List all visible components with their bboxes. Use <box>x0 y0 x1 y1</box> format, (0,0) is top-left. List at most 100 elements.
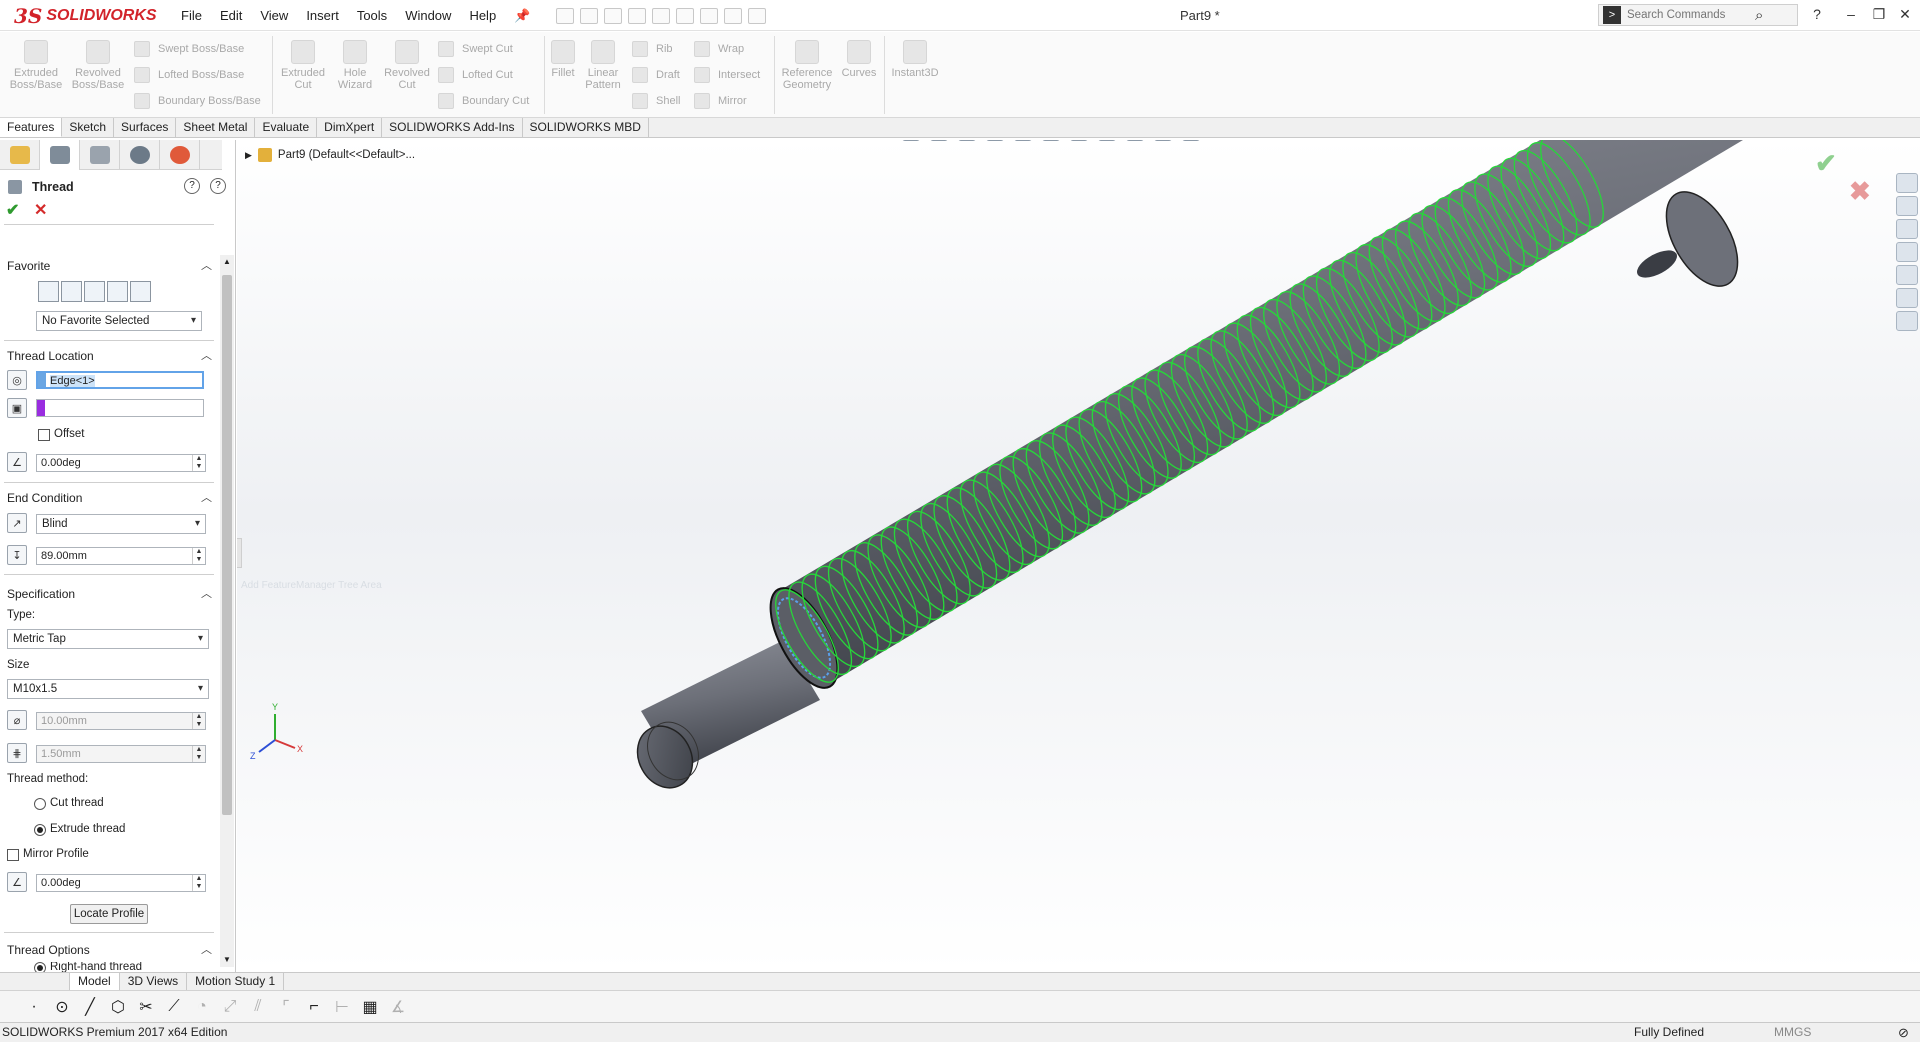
tab-3d-views[interactable]: 3D Views <box>120 973 188 990</box>
menu-insert[interactable]: Insert <box>297 8 348 23</box>
intersect-button[interactable]: Intersect <box>694 67 760 83</box>
delete-favorite-icon[interactable] <box>84 281 105 302</box>
line-icon[interactable]: ╱ <box>79 996 101 1018</box>
spinner[interactable]: ▲ ▼ <box>192 548 205 564</box>
select-icon[interactable] <box>676 7 695 24</box>
graphics-area[interactable]: ▶ Part9 (Default<<Default>... Add Featur… <box>237 140 1920 972</box>
spinner[interactable]: ▲ ▼ <box>192 875 205 891</box>
collapse-chevron-icon[interactable]: ︿ <box>201 346 212 366</box>
thread-size-select[interactable]: M10x1.5 ▾ <box>7 679 209 699</box>
hole-wizard-button[interactable]: Hole Wizard <box>332 40 378 91</box>
featuremanager-tab[interactable] <box>0 140 40 170</box>
end-condition-section-header[interactable]: End Condition ︿ <box>0 488 216 508</box>
profile-angle-input[interactable]: 0.00deg ▲ ▼ <box>36 874 206 892</box>
tab-sheet-metal[interactable]: Sheet Metal <box>176 118 256 137</box>
cut-thread-radio[interactable] <box>34 798 46 810</box>
tab-evaluate[interactable]: Evaluate <box>255 118 318 137</box>
fillet-button[interactable]: Fillet <box>548 40 578 79</box>
thread-type-select[interactable]: Metric Tap ▾ <box>7 629 209 649</box>
new-document-icon[interactable] <box>556 7 575 24</box>
linear-pattern-button[interactable]: Linear Pattern <box>582 40 624 91</box>
horizontal-relation-icon[interactable]: ⊢ <box>331 996 353 1018</box>
menu-help[interactable]: Help <box>460 8 505 23</box>
file-properties-icon[interactable] <box>724 7 743 24</box>
favorite-section-header[interactable]: Favorite ︿ <box>0 256 216 276</box>
tab-scroll-arrows[interactable] <box>0 973 70 990</box>
menu-file[interactable]: File <box>172 8 211 23</box>
help-icon[interactable]: ? <box>210 178 226 194</box>
swept-cut-button[interactable]: Swept Cut <box>438 41 513 57</box>
solidworks-logo[interactable]: 3S SOLIDWORKS <box>14 4 157 28</box>
panel-scrollbar[interactable]: ▲ ▼ <box>220 255 234 967</box>
displaymanager-tab[interactable] <box>160 140 200 170</box>
mirror-profile-checkbox[interactable] <box>7 849 19 861</box>
search-input[interactable] <box>1625 8 1755 22</box>
boundary-boss-button[interactable]: Boundary Boss/Base <box>134 93 261 109</box>
file-explorer-icon[interactable] <box>1896 219 1918 239</box>
curves-button[interactable]: Curves <box>840 40 878 79</box>
add-favorite-icon[interactable] <box>61 281 82 302</box>
tab-sketch[interactable]: Sketch <box>62 118 115 137</box>
tab-model[interactable]: Model <box>70 973 120 990</box>
forum-icon[interactable] <box>1896 311 1918 331</box>
scroll-up-icon[interactable]: ▲ <box>220 255 234 269</box>
swept-boss-button[interactable]: Swept Boss/Base <box>134 41 244 57</box>
lofted-cut-button[interactable]: Lofted Cut <box>438 67 513 83</box>
help-icon[interactable]: ? <box>1806 6 1828 26</box>
trim-icon[interactable]: ✂ <box>135 996 157 1018</box>
reverse-direction-icon[interactable]: ↗ <box>7 513 27 533</box>
load-favorite-icon[interactable] <box>130 281 151 302</box>
ok-check-icon[interactable]: ✔ <box>6 200 19 220</box>
corner-icon[interactable]: ⌜ <box>275 996 297 1018</box>
depth-input[interactable]: 89.00mm ▲ ▼ <box>36 547 206 565</box>
scrollbar-thumb[interactable] <box>222 275 232 815</box>
model-viewport[interactable]: Y X Z <box>237 140 1920 972</box>
save-icon[interactable] <box>604 7 623 24</box>
configurationmanager-tab[interactable] <box>80 140 120 170</box>
tab-solidworks-add-ins[interactable]: SOLIDWORKS Add-Ins <box>382 118 523 137</box>
restore-button[interactable]: ❐ <box>1868 6 1890 26</box>
close-button[interactable]: ✕ <box>1894 6 1916 26</box>
propertymanager-tab[interactable] <box>40 140 80 170</box>
circle-icon[interactable]: ⊙ <box>51 996 73 1018</box>
end-condition-select[interactable]: Blind ▾ <box>36 514 206 534</box>
right-hand-thread-radio[interactable] <box>34 962 46 972</box>
pin-icon[interactable]: 📌 <box>505 8 539 24</box>
offset-icon[interactable]: ⫽ <box>247 996 269 1018</box>
revolved-cut-button[interactable]: Revolved Cut <box>382 40 432 91</box>
spinner[interactable]: ▲ ▼ <box>192 455 205 471</box>
rib-button[interactable]: Rib <box>632 41 673 57</box>
lofted-boss-button[interactable]: Lofted Boss/Base <box>134 67 244 83</box>
apply-favorite-icon[interactable] <box>38 281 59 302</box>
offset-checkbox[interactable] <box>38 429 50 441</box>
spinner[interactable]: ▲ ▼ <box>192 713 205 729</box>
spinner[interactable]: ▲ ▼ <box>192 746 205 762</box>
extruded-cut-button[interactable]: Extruded Cut <box>278 40 328 91</box>
scroll-down-icon[interactable]: ▼ <box>220 953 234 967</box>
minimize-button[interactable]: – <box>1840 6 1862 26</box>
mirror-button[interactable]: Mirror <box>694 93 747 109</box>
save-favorite-icon[interactable] <box>107 281 128 302</box>
point-icon[interactable]: · <box>23 996 45 1018</box>
detailed-preview-icon[interactable]: ? <box>184 178 200 194</box>
wrap-button[interactable]: Wrap <box>694 41 744 57</box>
diameter-input[interactable]: 10.00mm ▲ ▼ <box>36 712 206 730</box>
unit-system[interactable]: MMGS <box>1774 1023 1811 1042</box>
extrude-thread-radio[interactable] <box>34 824 46 836</box>
pitch-input[interactable]: 1.50mm ▲ ▼ <box>36 745 206 763</box>
boundary-cut-button[interactable]: Boundary Cut <box>438 93 529 109</box>
edge-selection-box[interactable]: Edge<1> <box>36 371 204 389</box>
instant3d-button[interactable]: Instant3D <box>888 40 942 79</box>
smart-dimension-icon[interactable]: ⟋ <box>163 996 185 1018</box>
options-gear-icon[interactable] <box>748 7 767 24</box>
thread-location-section-header[interactable]: Thread Location ︿ <box>0 346 216 366</box>
angle-icon[interactable]: ∡ <box>387 996 409 1018</box>
revolved-boss-button[interactable]: Revolved Boss/Base <box>70 40 126 91</box>
print-icon[interactable] <box>628 7 647 24</box>
tab-surfaces[interactable]: Surfaces <box>114 118 177 137</box>
search-commands[interactable]: > ⌕ <box>1598 4 1798 26</box>
locate-profile-button[interactable]: Locate Profile <box>70 904 148 924</box>
undo-icon[interactable] <box>652 7 671 24</box>
open-icon[interactable] <box>580 7 599 24</box>
polygon-icon[interactable]: ⬡ <box>107 996 129 1018</box>
